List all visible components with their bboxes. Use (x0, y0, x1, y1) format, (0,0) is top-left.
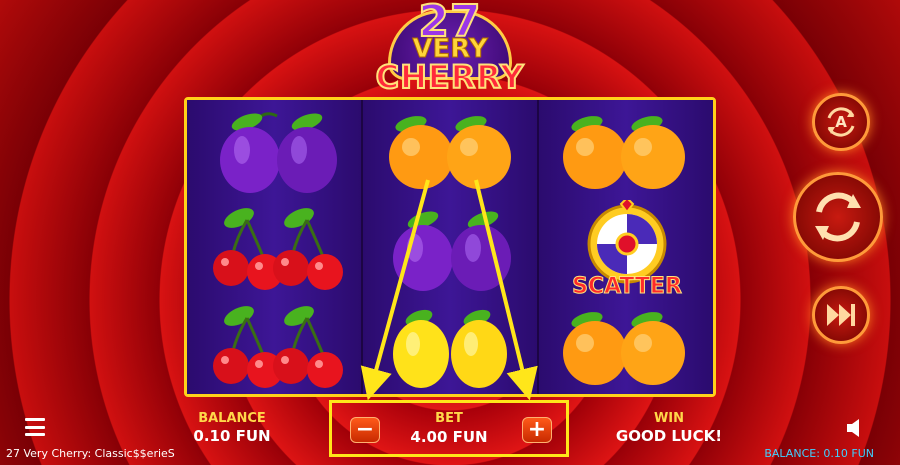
game-logo: 27 VERY CHERRY (360, 0, 540, 97)
autoplay-letter: A (835, 113, 847, 131)
bet-value: 4.00 FUN (410, 428, 488, 446)
bet-panel: − BET 4.00 FUN + (329, 400, 569, 457)
autoplay-button[interactable]: A (812, 93, 870, 151)
logo-line-2: CHERRY (375, 57, 525, 97)
sound-button[interactable] (845, 417, 865, 439)
symbol-orange (539, 102, 713, 200)
symbol-cherry (187, 298, 361, 396)
spin-icon (815, 192, 861, 242)
game-name: 27 Very Cherry: Classic$$erieS (6, 447, 175, 460)
menu-icon (25, 425, 45, 429)
menu-button[interactable] (25, 418, 45, 436)
reel-1 (187, 100, 361, 394)
menu-icon (25, 433, 45, 436)
menu-icon (25, 418, 45, 421)
scatter-label: SCATTER (572, 274, 683, 300)
symbol-cherry (187, 200, 361, 298)
bet-increase-button[interactable]: + (522, 417, 552, 443)
balance-label: BALANCE (198, 411, 266, 426)
footer-balance: BALANCE: 0.10 FUN (764, 447, 874, 460)
reel-3: SCATTER (537, 100, 713, 394)
win-label: WIN (653, 411, 685, 426)
bet-label: BET (435, 411, 463, 426)
reel-2 (361, 100, 537, 394)
balance-value: 0.10 FUN (193, 427, 271, 445)
win-value: GOOD LUCK! (615, 427, 723, 445)
symbol-orange (363, 102, 537, 200)
symbol-plum (363, 200, 537, 298)
speaker-icon (847, 419, 859, 437)
symbol-scatter: SCATTER (539, 196, 713, 300)
turbo-button[interactable] (812, 286, 870, 344)
symbol-plum (187, 102, 361, 200)
bet-decrease-button[interactable]: − (350, 417, 380, 443)
symbol-orange (539, 298, 713, 396)
spin-button[interactable] (793, 172, 883, 262)
symbol-lemon (363, 298, 537, 396)
reel-grid: SCATTER (184, 97, 716, 397)
fast-forward-icon (827, 304, 855, 326)
